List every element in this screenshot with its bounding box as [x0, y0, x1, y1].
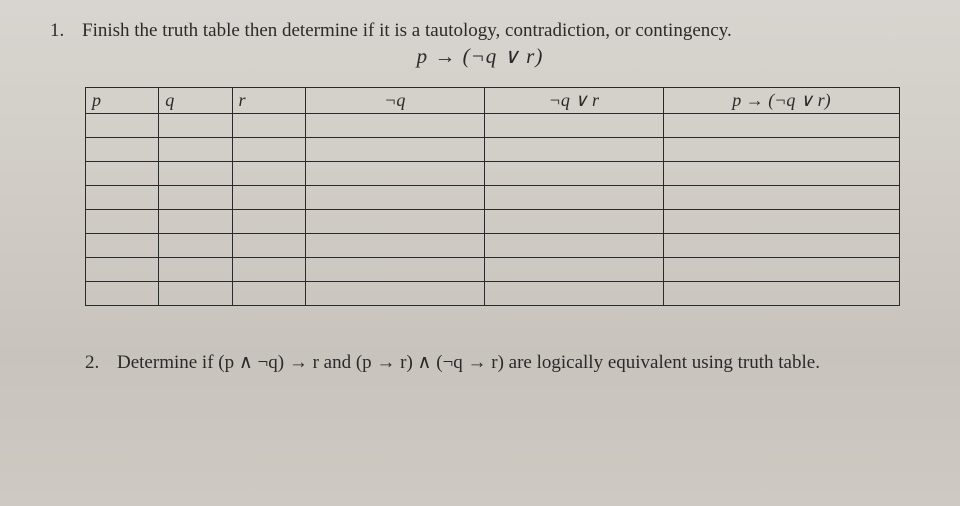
- table-row: [86, 234, 900, 258]
- table-row: [86, 162, 900, 186]
- question-1-prompt: Finish the truth table then determine if…: [82, 20, 910, 42]
- table-row: [86, 138, 900, 162]
- question-1-number: 1.: [50, 20, 70, 42]
- question-1-formula: p → (¬q ∨ r): [50, 44, 910, 69]
- question-1: 1. Finish the truth table then determine…: [50, 20, 910, 69]
- table-row: [86, 210, 900, 234]
- table-row: [86, 258, 900, 282]
- header-p: p: [86, 88, 159, 114]
- header-notqvr: ¬q ∨ r: [484, 88, 663, 114]
- truth-table: p q r ¬q ¬q ∨ r p → (¬q ∨ r): [85, 87, 900, 306]
- header-q: q: [159, 88, 232, 114]
- table-header-row: p q r ¬q ¬q ∨ r p → (¬q ∨ r): [86, 88, 900, 114]
- question-2: 2. Determine if (p ∧ ¬q) → r and (p → r)…: [50, 351, 910, 374]
- table-row: [86, 114, 900, 138]
- header-impl: p → (¬q ∨ r): [663, 88, 899, 114]
- question-1-line: 1. Finish the truth table then determine…: [50, 20, 910, 42]
- header-r: r: [232, 88, 305, 114]
- header-notq: ¬q: [305, 88, 484, 114]
- table-row: [86, 282, 900, 306]
- question-2-prompt: Determine if (p ∧ ¬q) → r and (p → r) ∧ …: [117, 351, 910, 374]
- truth-table-container: p q r ¬q ¬q ∨ r p → (¬q ∨ r): [50, 87, 910, 306]
- table-row: [86, 186, 900, 210]
- question-2-line: 2. Determine if (p ∧ ¬q) → r and (p → r)…: [85, 351, 910, 374]
- question-2-number: 2.: [85, 352, 105, 374]
